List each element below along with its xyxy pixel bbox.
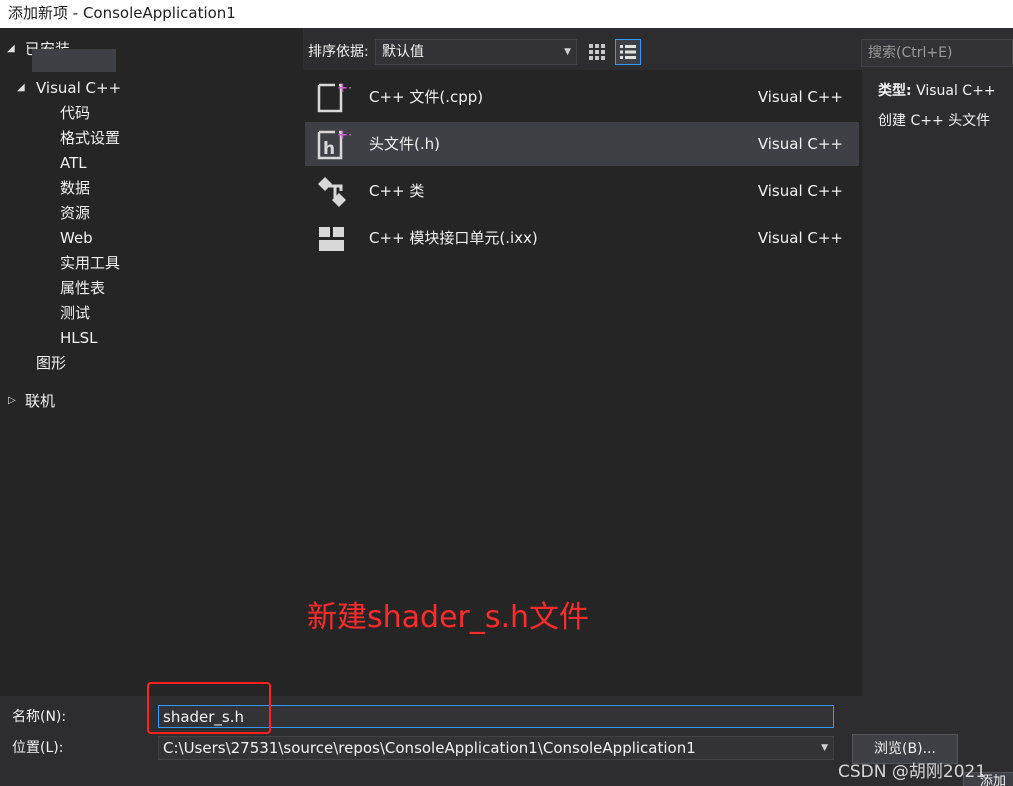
tree-item-resources[interactable]: 资源 <box>60 202 90 224</box>
tree-item-property-sheets[interactable]: 属性表 <box>60 277 105 299</box>
window-title: 添加新项 - ConsoleApplication1 <box>0 0 1013 28</box>
tree-selection-highlight <box>32 49 116 72</box>
tree-item-atl[interactable]: ATL <box>60 152 87 174</box>
list-view-icon <box>620 45 636 59</box>
template-language: Visual C++ <box>757 182 843 200</box>
type-value: Visual C++ <box>916 83 996 99</box>
cpp-class-icon <box>318 177 346 207</box>
watermark: CSDN @胡刚2021 <box>838 762 987 782</box>
tree-item-test[interactable]: 测试 <box>60 302 90 324</box>
template-name: C++ 文件(.cpp) <box>369 88 484 106</box>
template-name: 头文件(.h) <box>369 135 440 153</box>
sort-dropdown[interactable]: 默认值 ▼ <box>375 39 577 65</box>
grid-view-button[interactable] <box>584 39 610 65</box>
template-item-cpp-class[interactable]: C++ 类 Visual C++ <box>305 169 859 213</box>
template-name: C++ 类 <box>369 182 425 200</box>
template-language: Visual C++ <box>757 229 843 247</box>
tree-item-hlsl[interactable]: HLSL <box>60 327 98 349</box>
annotation-text: 新建shader_s.h文件 <box>307 600 590 635</box>
collapsed-arrow-icon[interactable]: ▷ <box>8 390 16 412</box>
type-line: 类型: Visual C++ <box>878 81 996 101</box>
template-item-header-file[interactable]: h ++ 头文件(.h) Visual C++ <box>305 122 859 166</box>
expanded-arrow-icon[interactable]: ◢ <box>7 38 15 60</box>
expanded-arrow-icon[interactable]: ◢ <box>17 77 25 99</box>
sort-value: 默认值 <box>382 44 424 60</box>
cpp-file-icon: ++ <box>317 81 351 113</box>
details-pane: 类型: Visual C++ 创建 C++ 头文件 <box>862 70 1013 696</box>
search-input[interactable]: 搜索(Ctrl+E) <box>861 39 1013 67</box>
header-file-icon: h ++ <box>317 128 351 160</box>
module-interface-icon <box>319 227 344 251</box>
list-view-button[interactable] <box>615 39 641 65</box>
tree-item-utility[interactable]: 实用工具 <box>60 252 120 274</box>
template-description: 创建 C++ 头文件 <box>878 113 991 129</box>
grid-view-icon <box>589 44 605 60</box>
chevron-down-icon: ▼ <box>821 743 828 753</box>
template-item-module-interface[interactable]: C++ 模块接口单元(.ixx) Visual C++ <box>305 216 859 260</box>
tree-item-online[interactable]: 联机 <box>25 390 55 412</box>
tree-item-visual-cpp[interactable]: Visual C++ <box>36 77 121 99</box>
location-value: C:\Users\27531\source\repos\ConsoleAppli… <box>163 739 696 757</box>
tree-item-web[interactable]: Web <box>60 227 93 249</box>
template-language: Visual C++ <box>757 88 843 106</box>
name-label: 名称(N): <box>12 709 67 725</box>
svg-text:h: h <box>323 139 335 159</box>
svg-text:++: ++ <box>337 128 351 143</box>
location-dropdown[interactable]: C:\Users\27531\source\repos\ConsoleAppli… <box>158 736 834 760</box>
template-item-cpp-file[interactable]: ++ C++ 文件(.cpp) Visual C++ <box>305 75 859 119</box>
tree-item-code[interactable]: 代码 <box>60 102 90 124</box>
svg-text:++: ++ <box>337 81 351 96</box>
template-name: C++ 模块接口单元(.ixx) <box>369 229 538 247</box>
chevron-down-icon: ▼ <box>564 47 571 57</box>
tree-item-graphics[interactable]: 图形 <box>36 352 66 374</box>
highlight-box <box>147 682 271 734</box>
tree-item-formatting[interactable]: 格式设置 <box>60 127 120 149</box>
sort-label: 排序依据: <box>308 44 369 60</box>
location-label: 位置(L): <box>12 740 64 756</box>
type-label: 类型: <box>878 83 912 99</box>
template-language: Visual C++ <box>757 135 843 153</box>
tree-item-data[interactable]: 数据 <box>60 177 90 199</box>
